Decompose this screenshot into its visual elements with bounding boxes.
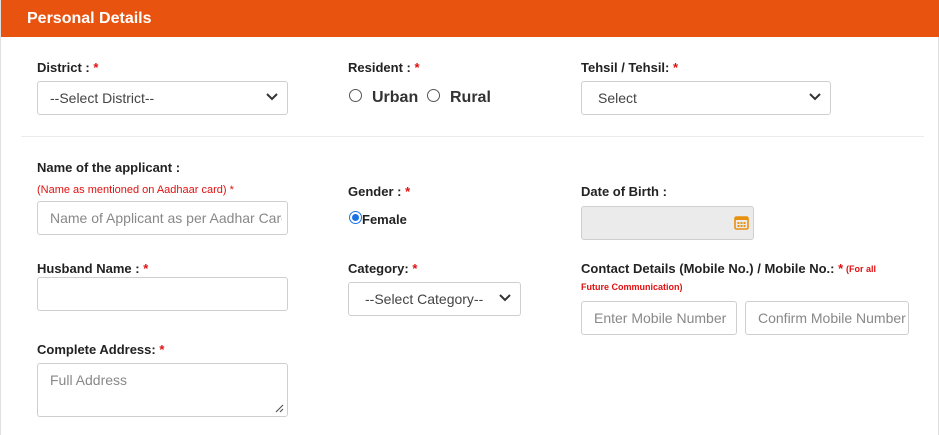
dob-input[interactable] [581, 206, 754, 240]
resident-label: Resident : * [348, 60, 420, 75]
contact-note-line2: Future Communication) [581, 282, 683, 292]
required-marker: * [229, 184, 234, 196]
district-label: District : * [37, 60, 99, 75]
category-label: Category: * [348, 261, 418, 276]
section-divider [21, 136, 924, 137]
required-marker: * [405, 184, 411, 199]
section-header: Personal Details [1, 0, 939, 37]
chevron-down-icon [266, 93, 278, 101]
gender-female-radio[interactable] [349, 211, 362, 224]
resident-urban-label[interactable]: Urban [372, 89, 418, 107]
required-marker: * [412, 261, 418, 276]
chevron-down-icon [499, 294, 511, 302]
required-marker: * [673, 60, 679, 75]
confirm-mobile-input[interactable]: Confirm Mobile Number [745, 301, 909, 335]
required-marker: * [159, 342, 165, 357]
applicant-name-label: Name of the applicant : [37, 160, 181, 175]
contact-note-line1: (For all [846, 264, 877, 274]
contact-label: Contact Details (Mobile No.) / Mobile No… [581, 261, 844, 276]
required-marker: * [93, 60, 99, 75]
required-marker: * [143, 261, 149, 276]
gender-label: Gender : * [348, 184, 411, 199]
applicant-name-note: (Name as mentioned on Aadhaar card) * [37, 184, 234, 196]
address-label: Complete Address: * [37, 342, 165, 357]
resident-urban-radio[interactable] [349, 89, 362, 102]
address-textarea[interactable]: Full Address [37, 363, 288, 417]
gender-female-label[interactable]: Female [362, 212, 407, 227]
dob-label: Date of Birth : [581, 184, 667, 199]
required-marker: * [414, 60, 420, 75]
calendar-icon[interactable] [734, 215, 749, 230]
tehsil-label: Tehsil / Tehsil: * [581, 60, 679, 75]
resident-rural-radio[interactable] [427, 89, 440, 102]
tehsil-select[interactable]: Select [581, 81, 831, 115]
applicant-name-input[interactable]: Name of Applicant as per Aadhar Card [37, 201, 288, 235]
category-select[interactable]: --Select Category-- [348, 282, 521, 316]
husband-name-label: Husband Name : * [37, 261, 149, 276]
chevron-down-icon [809, 93, 821, 101]
husband-name-input[interactable] [37, 277, 288, 311]
required-marker: * [838, 261, 844, 276]
resize-grip-icon[interactable] [275, 404, 284, 413]
resident-rural-label[interactable]: Rural [450, 89, 491, 107]
personal-details-panel: Personal Details District : * --Select D… [0, 0, 939, 435]
mobile-number-input[interactable]: Enter Mobile Number [581, 301, 737, 335]
section-title: Personal Details [27, 10, 152, 27]
district-select[interactable]: --Select District-- [37, 81, 288, 115]
